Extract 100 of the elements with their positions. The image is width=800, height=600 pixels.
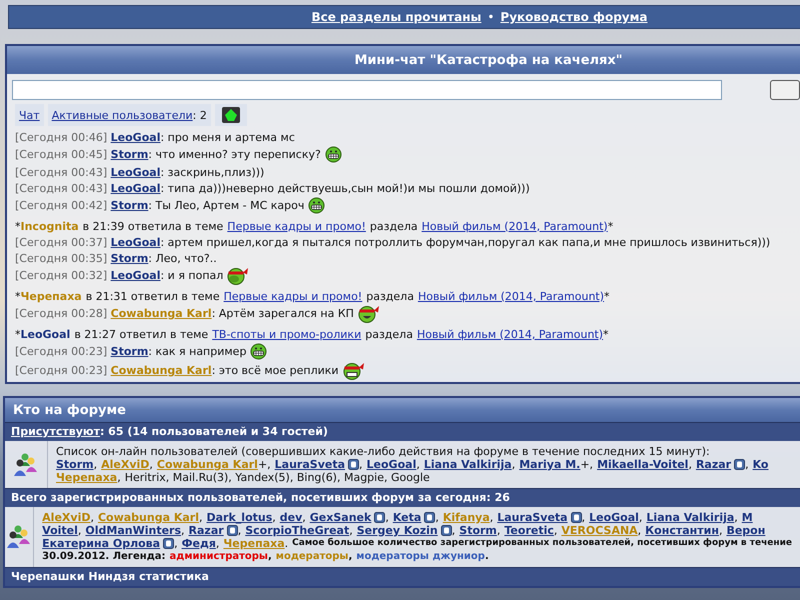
user-link[interactable]: LeoGoal [110, 130, 160, 144]
message-text: : типа да)))неверно действуешь,сын мой!)и мы пошли домой))) [160, 182, 530, 194]
notice-text: в 21:31 ответил в теме [86, 290, 220, 302]
legend-label: модераторы джуниор [356, 550, 485, 563]
punctuation: , [359, 458, 363, 471]
message-time: [Сегодня 00:37] [15, 236, 108, 248]
user-link[interactable]: Storm [110, 252, 148, 264]
today-bar: Всего зарегистрированных пользователей, посетивших форум за сегодня: 26 [5, 488, 800, 507]
legend-label: администраторы [170, 550, 268, 563]
punctuation: , [554, 524, 558, 537]
user-link[interactable]: Razar [188, 524, 224, 537]
active-count: : 2 [192, 108, 207, 122]
user-link[interactable]: Storm [110, 199, 148, 212]
message-text: : Ты Лео, Артем - МС кароч [148, 199, 304, 212]
punctuation: , [385, 511, 389, 524]
notice-text: раздела [370, 220, 418, 232]
panel-title: Кто на форуме [5, 398, 800, 422]
notice-text: раздела [366, 290, 414, 302]
section-link[interactable]: Новый фильм (2014, Paramount) [416, 328, 604, 340]
section-link[interactable]: Новый фильм (2014, Paramount) [418, 290, 604, 302]
user-link[interactable]: Liana Valkirija [646, 511, 734, 524]
user-link[interactable]: ScorpioTheGreat [245, 524, 350, 537]
asterisk-label: * [15, 328, 20, 340]
record-text: Самое большое количество зарегистрированных пользователей, посетивших форум в течение [292, 537, 792, 550]
present-count: : 65 (14 пользователей и 34 гостей) [100, 425, 328, 438]
punctuation: , [272, 511, 276, 524]
user-link[interactable]: OldManWinters [85, 524, 182, 537]
user-link[interactable]: LeoGoal [110, 182, 160, 194]
user-link[interactable]: Liana Valkirija [424, 458, 512, 471]
status-button[interactable] [214, 104, 247, 126]
message-text: : про меня и артема мс [160, 130, 295, 144]
present-link[interactable]: Присутствуют [11, 425, 100, 438]
topic-link[interactable]: Первые кадры и промо! [224, 290, 362, 302]
punctuation: , [149, 458, 153, 471]
message-time: [Сегодня 00:35] [15, 252, 108, 264]
message-time: [Сегодня 00:42] [15, 199, 108, 212]
user-link[interactable]: Федя [182, 537, 216, 550]
punctuation: , [490, 511, 494, 524]
user-link[interactable]: LauraSveta [274, 458, 346, 471]
message-time: [Сегодня 00:28] [15, 307, 108, 320]
punctuation: , [216, 537, 220, 550]
legend-label: модераторы [276, 550, 348, 563]
user-link[interactable]: LeoGoal [20, 328, 70, 340]
chat-tab-link[interactable]: Активные пользователи [52, 108, 193, 122]
user-link[interactable]: Sergey Kozin [356, 524, 438, 537]
user-link[interactable]: LeoGoal [589, 511, 639, 524]
message-text: : это всё мое реплики [212, 364, 339, 377]
user-link[interactable]: Mikaella-Voitel [597, 458, 688, 471]
user-link[interactable]: Ko [752, 458, 768, 471]
message-text: : артем пришел,когда я пытался потроллить форумчан,поругал как папа,и мне пришлось извиниться))) [160, 236, 770, 248]
punctuation: , [174, 537, 178, 550]
topic-link[interactable]: Первые кадры и промо! [227, 220, 366, 232]
section-link[interactable]: Новый фильм (2014, Paramount) [422, 220, 608, 232]
chat-input-field[interactable] [12, 80, 722, 100]
asterisk-label: * [15, 220, 20, 232]
punctuation: , [718, 524, 722, 537]
message-text: : что именно? эту переписку? [148, 148, 321, 161]
punctuation: , [117, 471, 121, 484]
chat-tab-link[interactable]: Чат [19, 108, 40, 122]
asterisk-label: * [608, 220, 614, 232]
notice-text: раздела [365, 328, 413, 340]
punctuation: , [435, 511, 439, 524]
separator-dot: • [487, 10, 494, 24]
message-time: [Сегодня 00:23] [15, 364, 108, 377]
user-link[interactable]: Keta [392, 511, 422, 524]
user-link[interactable]: Teoretic [504, 524, 554, 537]
user-link[interactable]: Storm [110, 148, 148, 161]
message-text: : заскринь,плиз))) [160, 166, 264, 178]
user-link[interactable]: Storm [459, 524, 497, 537]
user-link[interactable]: Dark_lotus [206, 511, 272, 524]
notice-text: в 21:27 ответил в теме [74, 328, 208, 340]
user-link[interactable]: M [742, 511, 753, 524]
punctuation: , [745, 458, 749, 471]
user-link[interactable]: Voitel [42, 524, 78, 537]
punctuation: . [284, 537, 288, 550]
punctuation: , [90, 511, 94, 524]
user-link[interactable]: LeoGoal [110, 166, 160, 178]
message-time: [Сегодня 00:43] [15, 166, 108, 178]
user-link[interactable]: Razar [696, 458, 732, 471]
user-link[interactable]: LeoGoal [110, 236, 160, 248]
users-group-icon [12, 452, 40, 478]
top-link[interactable]: Все разделы прочитаны [311, 10, 482, 24]
user-link[interactable]: Storm [56, 458, 94, 471]
punctuation: +, [580, 458, 594, 471]
user-link[interactable]: GexSanek [310, 511, 372, 524]
user-link[interactable]: Верон [726, 524, 766, 537]
user-link[interactable]: LeoGoal [110, 269, 160, 282]
punctuation: , [94, 458, 98, 471]
user-link[interactable]: Константин [645, 524, 719, 537]
user-link[interactable]: Mariya M. [519, 458, 580, 471]
user-link[interactable]: LauraSveta [497, 511, 568, 524]
punctuation: , [688, 458, 692, 471]
user-link[interactable]: LeoGoal [366, 458, 416, 471]
user-link[interactable]: Storm [110, 345, 148, 358]
send-button[interactable] [770, 80, 800, 100]
top-link[interactable]: Руководство форума [500, 10, 648, 24]
user-link[interactable]: dev [280, 511, 302, 524]
message-time: [Сегодня 00:32] [15, 269, 108, 282]
user-link[interactable]: Екатерина Орлова [42, 537, 160, 550]
topic-link[interactable]: ТВ-споты и промо-ролики [212, 328, 362, 340]
